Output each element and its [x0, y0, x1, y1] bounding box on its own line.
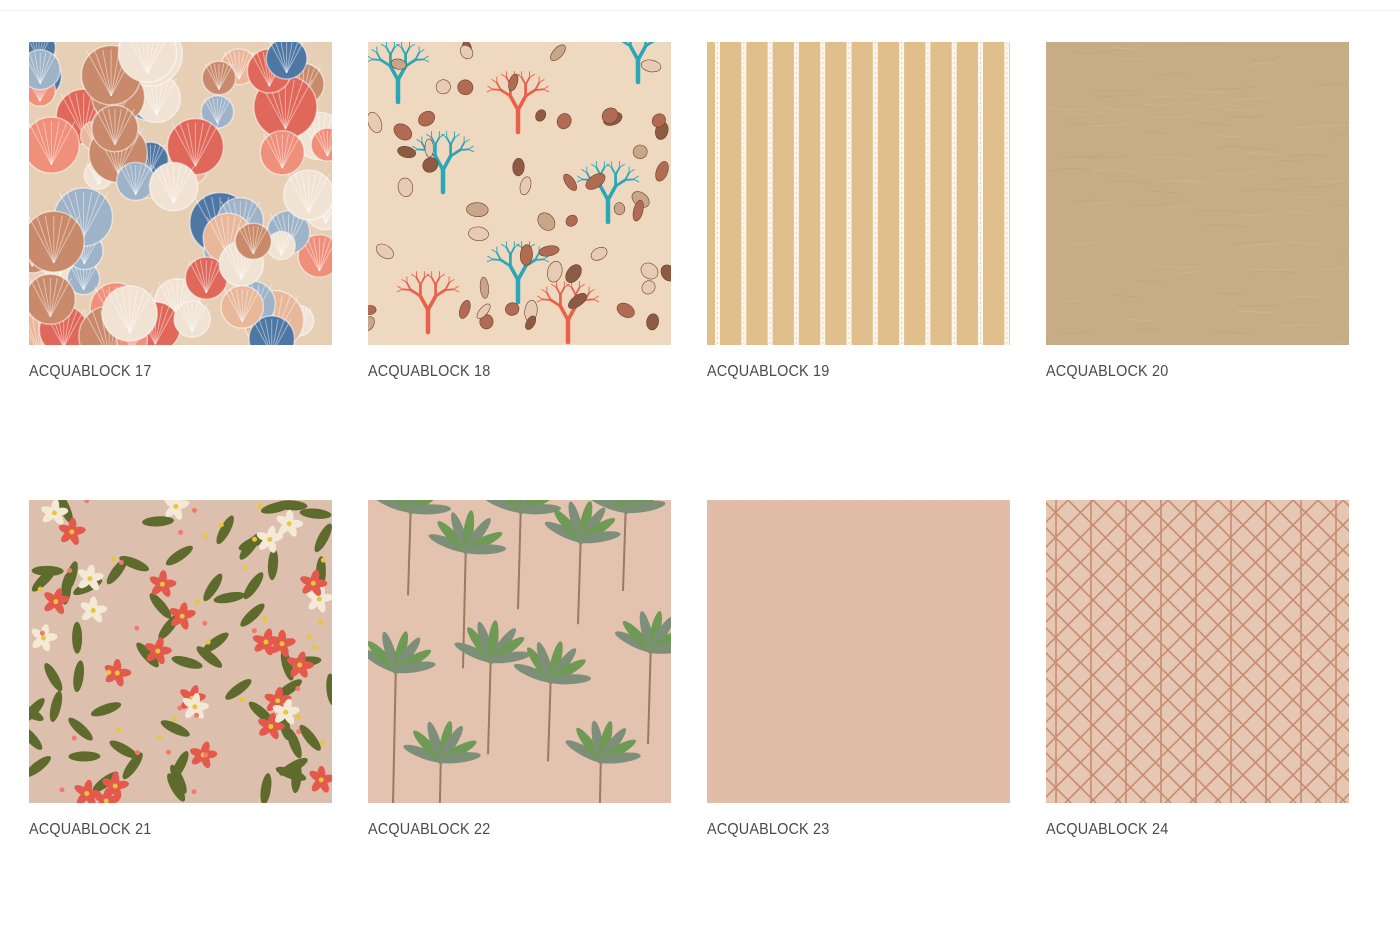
fabric-pattern-vertical-stripes	[707, 42, 1010, 345]
product-name[interactable]: ACQUABLOCK 20	[1046, 362, 1319, 382]
product-swatch-image[interactable]	[707, 42, 1010, 345]
fabric-pattern-palm-trees	[368, 500, 671, 803]
product-card[interactable]: ACQUABLOCK 17	[29, 42, 332, 382]
product-card[interactable]: ACQUABLOCK 21	[29, 500, 332, 840]
product-card[interactable]: ACQUABLOCK 18	[368, 42, 671, 382]
product-swatch-image[interactable]	[1046, 42, 1349, 345]
fabric-pattern-coral-and-shells	[368, 42, 671, 345]
fabric-pattern-plain-linen	[707, 500, 1010, 803]
product-swatch-image[interactable]	[707, 500, 1010, 803]
product-card[interactable]: ACQUABLOCK 24	[1046, 500, 1349, 840]
product-swatch-image[interactable]	[368, 500, 671, 803]
product-name[interactable]: ACQUABLOCK 22	[368, 820, 641, 840]
product-swatch-image[interactable]	[1046, 500, 1349, 803]
fabric-pattern-diamond-lattice	[1046, 500, 1349, 803]
product-name[interactable]: ACQUABLOCK 23	[707, 820, 980, 840]
fabric-pattern-seashells-collage	[29, 42, 332, 345]
product-card[interactable]: ACQUABLOCK 23	[707, 500, 1010, 840]
product-swatch-image[interactable]	[368, 42, 671, 345]
product-grid: ACQUABLOCK 17 ACQUABLOCK 18 ACQUABLOCK 19 A…	[29, 42, 1351, 840]
product-card[interactable]: ACQUABLOCK 22	[368, 500, 671, 840]
product-card[interactable]: ACQUABLOCK 20	[1046, 42, 1349, 382]
product-name[interactable]: ACQUABLOCK 21	[29, 820, 302, 840]
product-card[interactable]: ACQUABLOCK 19	[707, 42, 1010, 382]
product-swatch-image[interactable]	[29, 42, 332, 345]
product-swatch-image[interactable]	[29, 500, 332, 803]
fabric-pattern-plain-leather	[1046, 42, 1349, 345]
product-name[interactable]: ACQUABLOCK 18	[368, 362, 641, 382]
product-name[interactable]: ACQUABLOCK 17	[29, 362, 302, 382]
product-name[interactable]: ACQUABLOCK 24	[1046, 820, 1319, 840]
fabric-pattern-tropical-orchids	[29, 500, 332, 803]
header-divider	[0, 10, 1400, 11]
product-name[interactable]: ACQUABLOCK 19	[707, 362, 980, 382]
